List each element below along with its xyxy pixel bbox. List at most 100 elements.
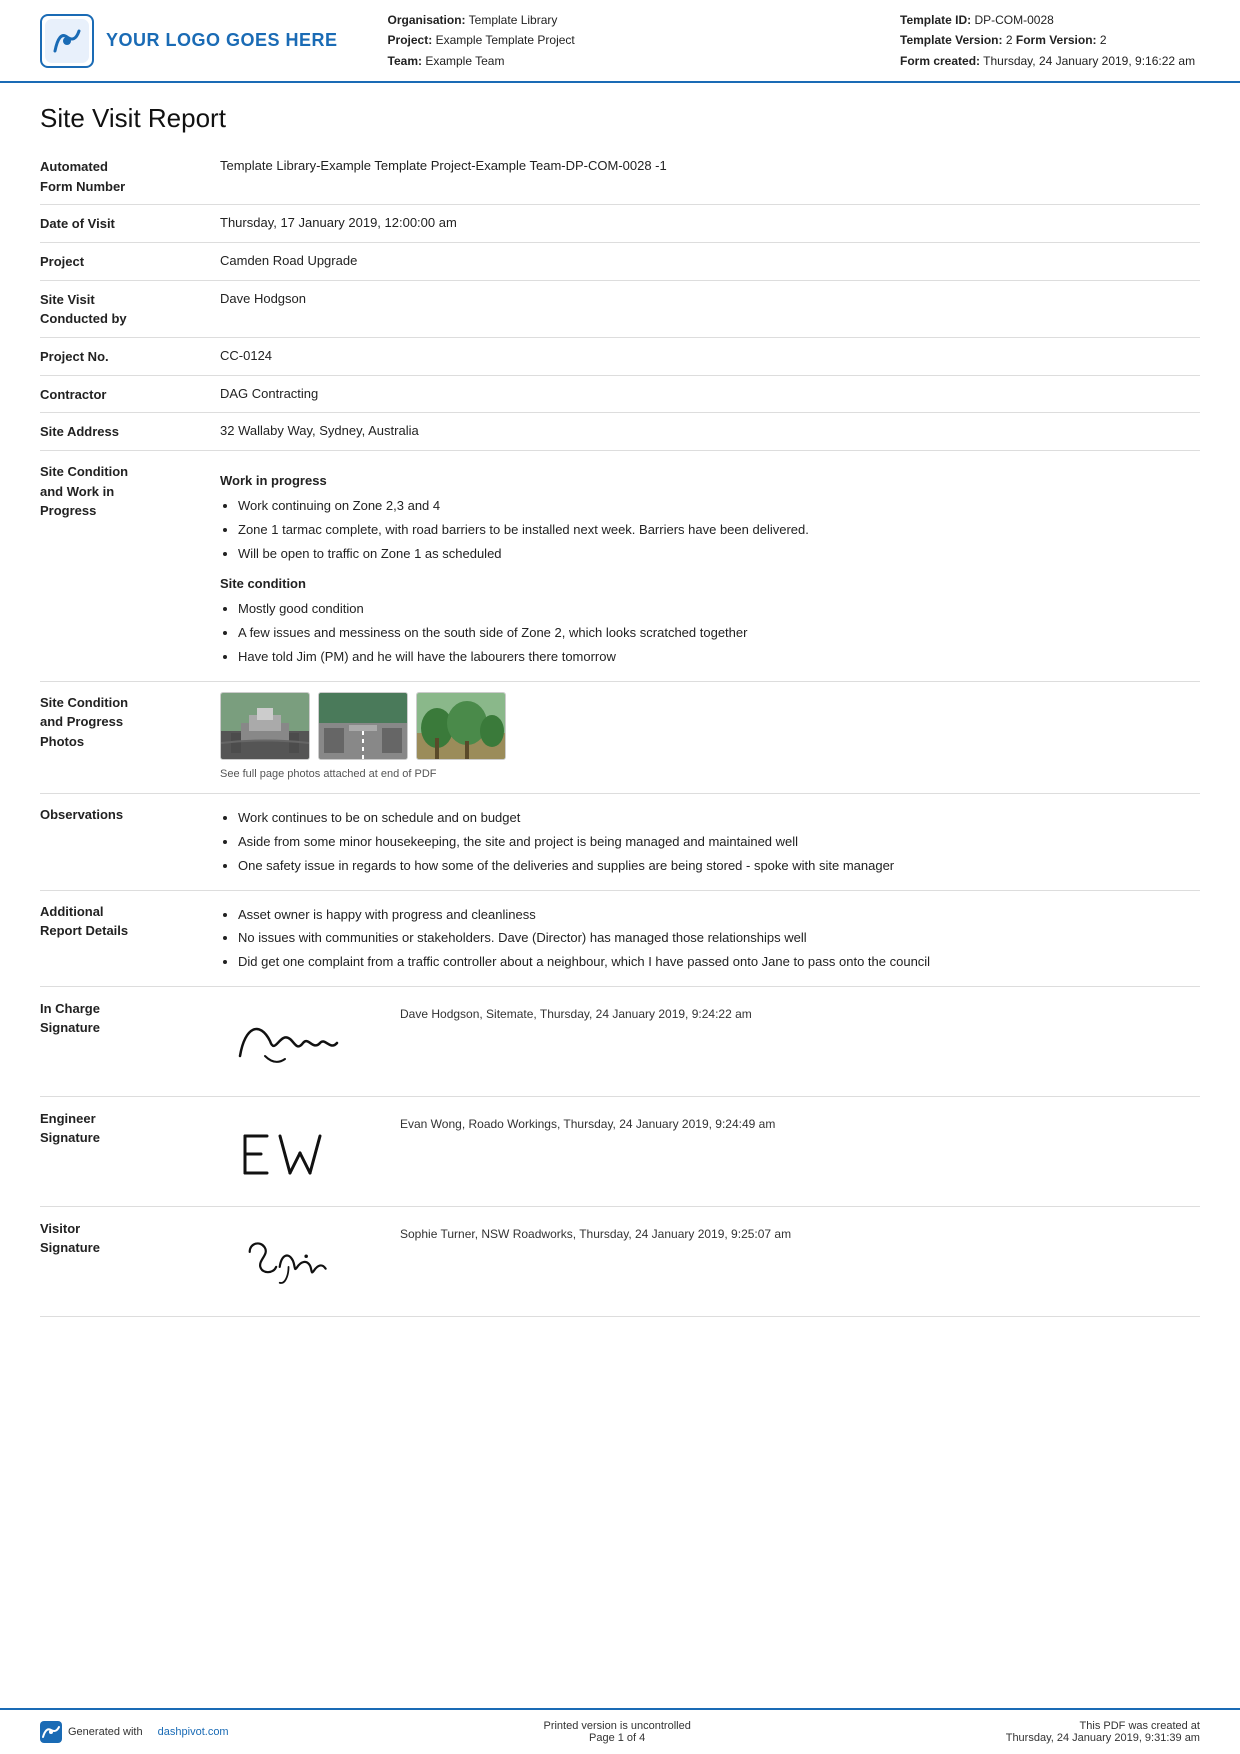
observations-list: Work continues to be on schedule and on … [238,808,1200,876]
engineer-signature-icon [225,1111,375,1186]
form-version-label: Form Version: [1016,33,1097,47]
in-charge-sig-info: Dave Hodgson, Sitemate, Thursday, 24 Jan… [400,999,752,1021]
site-condition-label: Site Conditionand Work inProgress [40,461,220,521]
list-item: Aside from some minor housekeeping, the … [238,832,1200,853]
in-charge-sig-content: Dave Hodgson, Sitemate, Thursday, 24 Jan… [220,999,1200,1079]
team-value: Example Team [425,54,504,68]
list-item: Did get one complaint from a traffic con… [238,952,1200,973]
additional-label: AdditionalReport Details [40,901,220,941]
logo-area: YOUR LOGO GOES HERE [40,10,338,71]
visitor-sig-row: VisitorSignature Sophie Turner [40,1207,1200,1317]
project-meta-label: Project: [388,33,433,47]
list-item: Mostly good condition [238,599,1200,620]
photo-1-icon [221,693,309,759]
site-address-row: Site Address 32 Wallaby Way, Sydney, Aus… [40,413,1200,451]
site-condition-list1: Work continuing on Zone 2,3 and 4 Zone 1… [238,496,1200,564]
date-of-visit-value: Thursday, 17 January 2019, 12:00:00 am [220,213,1200,234]
visitor-sig-image [220,1219,380,1299]
in-charge-sig-row: In ChargeSignature Dave Hodgson, Sitemat… [40,987,1200,1097]
photo-thumb-1 [220,692,310,760]
footer-center: Printed version is uncontrolled Page 1 o… [543,1720,690,1744]
site-condition-heading2: Site condition [220,574,1200,595]
photos-row: Site Conditionand ProgressPhotos [40,682,1200,795]
org-line: Organisation: Template Library [388,10,880,30]
photos-value: See full page photos attached at end of … [220,692,1200,784]
header: YOUR LOGO GOES HERE Organisation: Templa… [0,0,1240,83]
form-created-value: Thursday, 24 January 2019, 9:16:22 am [983,54,1195,68]
site-condition-list2: Mostly good condition A few issues and m… [238,599,1200,667]
site-address-value: 32 Wallaby Way, Sydney, Australia [220,421,1200,442]
footer-printed-text: Printed version is uncontrolled [543,1720,690,1732]
team-label: Team: [388,54,422,68]
engineer-sig-info: Evan Wong, Roado Workings, Thursday, 24 … [400,1109,775,1131]
list-item: Have told Jim (PM) and he will have the … [238,647,1200,668]
visitor-sig-info: Sophie Turner, NSW Roadworks, Thursday, … [400,1219,791,1241]
project-field-label: Project [40,251,220,272]
form-created-label: Form created: [900,54,980,68]
content: Site Visit Report AutomatedForm Number T… [0,83,1240,1708]
list-item: Work continues to be on schedule and on … [238,808,1200,829]
visitor-signature-icon [225,1221,375,1296]
footer-left: Generated with dashpivot.com [40,1721,229,1743]
site-visit-label: Site VisitConducted by [40,289,220,329]
photos-container [220,692,1200,760]
template-version-value: 2 [1006,33,1013,47]
footer-page-text: Page 1 of 4 [543,1732,690,1744]
template-version-label: Template Version: [900,33,1002,47]
additional-row: AdditionalReport Details Asset owner is … [40,891,1200,987]
date-of-visit-row: Date of Visit Thursday, 17 January 2019,… [40,205,1200,243]
photo-caption: See full page photos attached at end of … [220,766,1200,784]
observations-label: Observations [40,804,220,825]
site-visit-value: Dave Hodgson [220,289,1200,310]
footer-logo-icon [40,1721,62,1743]
engineer-sig-image [220,1109,380,1189]
page-title: Site Visit Report [40,103,1200,134]
form-number-label: AutomatedForm Number [40,156,220,196]
form-created-line: Form created: Thursday, 24 January 2019,… [900,51,1200,71]
form-number-value: Template Library-Example Template Projec… [220,156,1200,177]
project-row: Project Camden Road Upgrade [40,243,1200,281]
project-no-value: CC-0124 [220,346,1200,367]
template-version-line: Template Version: 2 Form Version: 2 [900,30,1200,50]
site-condition-value: Work in progress Work continuing on Zone… [220,461,1200,670]
photo-thumb-2 [318,692,408,760]
form-version-value: 2 [1100,33,1107,47]
template-id-value: DP-COM-0028 [974,13,1053,27]
contractor-row: Contractor DAG Contracting [40,376,1200,414]
project-meta-value: Example Template Project [436,33,575,47]
team-line: Team: Example Team [388,51,880,71]
photos-label: Site Conditionand ProgressPhotos [40,692,220,752]
engineer-sig-row: EngineerSignature [40,1097,1200,1207]
list-item: No issues with communities or stakeholde… [238,928,1200,949]
site-condition-row: Site Conditionand Work inProgress Work i… [40,451,1200,681]
visitor-sig-label: VisitorSignature [40,1219,220,1258]
footer-pdf-created-value: Thursday, 24 January 2019, 9:31:39 am [1006,1732,1200,1744]
project-line: Project: Example Template Project [388,30,880,50]
logo-svg-icon [45,19,89,63]
logo-icon [40,14,94,68]
photo-2-icon [319,693,407,759]
observations-row: Observations Work continues to be on sch… [40,794,1200,890]
photo-3-icon [417,693,505,759]
list-item: A few issues and messiness on the south … [238,623,1200,644]
list-item: One safety issue in regards to how some … [238,856,1200,877]
engineer-sig-content: Evan Wong, Roado Workings, Thursday, 24 … [220,1109,1200,1189]
list-item: Work continuing on Zone 2,3 and 4 [238,496,1200,517]
form-number-row: AutomatedForm Number Template Library-Ex… [40,148,1200,205]
org-label: Organisation: [388,13,466,27]
list-item: Zone 1 tarmac complete, with road barrie… [238,520,1200,541]
additional-list: Asset owner is happy with progress and c… [238,905,1200,973]
observations-value: Work continues to be on schedule and on … [220,804,1200,879]
in-charge-signature-icon [225,1001,375,1076]
logo-text: YOUR LOGO GOES HERE [106,30,338,51]
date-of-visit-label: Date of Visit [40,213,220,234]
template-id-line: Template ID: DP-COM-0028 [900,10,1200,30]
contractor-value: DAG Contracting [220,384,1200,405]
footer-dashpivot-link[interactable]: dashpivot.com [158,1726,229,1738]
footer-right: This PDF was created at Thursday, 24 Jan… [1006,1720,1200,1744]
footer-generated-text: Generated with [68,1726,143,1738]
footer: Generated with dashpivot.com Printed ver… [0,1708,1240,1754]
site-condition-heading1: Work in progress [220,471,1200,492]
org-value: Template Library [469,13,558,27]
project-no-label: Project No. [40,346,220,367]
